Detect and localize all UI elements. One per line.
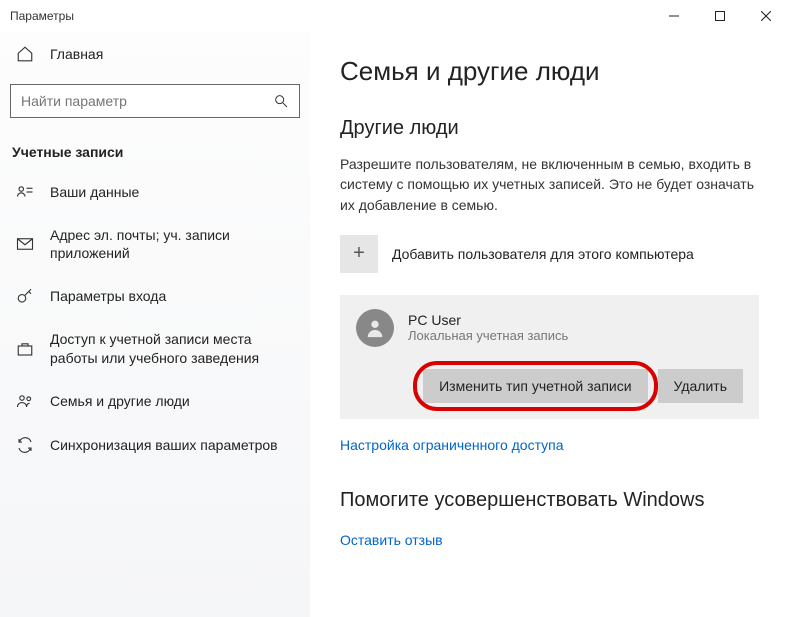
user-name: PC User — [408, 312, 568, 328]
other-people-description: Разрешите пользователям, не включенным в… — [340, 154, 759, 215]
sidebar-item-label: Семья и другие люди — [50, 392, 190, 410]
feedback-link[interactable]: Оставить отзыв — [340, 532, 443, 548]
plus-icon: + — [340, 235, 378, 273]
add-user-label: Добавить пользователя для этого компьюте… — [392, 246, 694, 262]
search-input[interactable] — [21, 93, 262, 109]
main-content: Семья и другие люди Другие люди Разрешит… — [310, 32, 789, 617]
close-icon — [761, 11, 771, 21]
sidebar-home-label: Главная — [50, 46, 103, 62]
restricted-access-link[interactable]: Настройка ограниченного доступа — [340, 437, 564, 453]
key-icon — [16, 287, 34, 305]
help-heading: Помогите усовершенствовать Windows — [340, 489, 759, 512]
change-account-type-button[interactable]: Изменить тип учетной записи — [423, 369, 647, 403]
home-icon — [16, 45, 34, 63]
sidebar-item-label: Адрес эл. почты; уч. записи приложений — [50, 226, 300, 262]
minimize-icon — [669, 11, 679, 21]
sync-icon — [16, 436, 34, 454]
delete-user-button[interactable]: Удалить — [658, 369, 743, 403]
sidebar: Главная Учетные записи Ваши данные Адрес… — [0, 32, 310, 617]
sidebar-item-your-info[interactable]: Ваши данные — [0, 170, 310, 214]
title-bar: Параметры — [0, 0, 789, 32]
sidebar-item-work-access[interactable]: Доступ к учетной записи места работы или… — [0, 318, 310, 378]
person-card-icon — [16, 183, 34, 201]
maximize-button[interactable] — [697, 0, 743, 32]
other-people-heading: Другие люди — [340, 117, 759, 140]
user-type: Локальная учетная запись — [408, 328, 568, 343]
window-title: Параметры — [10, 9, 74, 23]
add-user-button[interactable]: + Добавить пользователя для этого компью… — [340, 235, 759, 273]
search-input-wrap[interactable] — [10, 84, 300, 118]
search-icon — [273, 93, 289, 109]
sidebar-item-label: Синхронизация ваших параметров — [50, 436, 278, 454]
avatar — [356, 309, 394, 347]
mail-icon — [16, 235, 34, 253]
sidebar-item-sync[interactable]: Синхронизация ваших параметров — [0, 423, 310, 467]
sidebar-item-email[interactable]: Адрес эл. почты; уч. записи приложений — [0, 214, 310, 274]
sidebar-item-signin-options[interactable]: Параметры входа — [0, 274, 310, 318]
sidebar-home[interactable]: Главная — [0, 32, 310, 76]
sidebar-section-title: Учетные записи — [0, 126, 310, 170]
close-button[interactable] — [743, 0, 789, 32]
page-title: Семья и другие люди — [340, 56, 759, 87]
sidebar-item-label: Доступ к учетной записи места работы или… — [50, 330, 300, 366]
user-card[interactable]: PC User Локальная учетная запись Изменит… — [340, 295, 759, 419]
maximize-icon — [715, 11, 725, 21]
briefcase-icon — [16, 340, 34, 358]
person-icon — [364, 317, 386, 339]
sidebar-item-family[interactable]: Семья и другие люди — [0, 379, 310, 423]
minimize-button[interactable] — [651, 0, 697, 32]
people-icon — [16, 392, 34, 410]
sidebar-item-label: Параметры входа — [50, 287, 166, 305]
sidebar-item-label: Ваши данные — [50, 183, 139, 201]
